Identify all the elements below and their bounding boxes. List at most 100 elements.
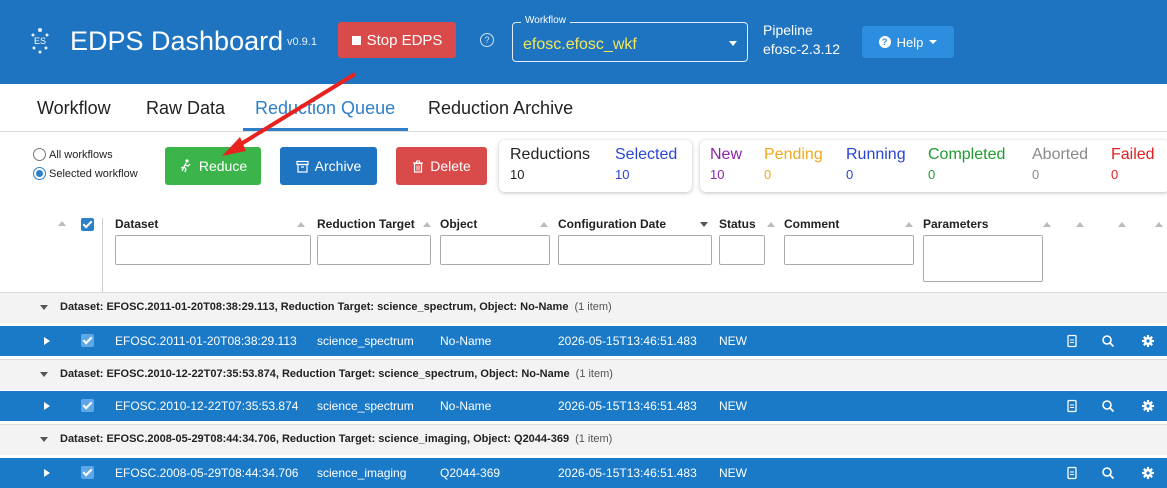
table-row[interactable]: EFOSC.2008-05-29T08:44:34.706 science_im… [0, 458, 1167, 488]
tab-raw-data[interactable]: Raw Data [146, 98, 225, 119]
radio-selected-workflow[interactable]: Selected workflow [33, 167, 138, 180]
info-icon[interactable]: ? [480, 33, 494, 47]
dataset-filter-input[interactable] [115, 235, 311, 265]
sort-icon[interactable] [297, 222, 305, 227]
document-icon[interactable] [1064, 465, 1080, 481]
radio-all-workflows-control[interactable] [33, 148, 46, 161]
sort-desc-icon[interactable] [700, 222, 708, 227]
stat-failed-label: Failed [1111, 146, 1155, 163]
chevron-down-icon[interactable] [40, 437, 48, 442]
tab-workflow[interactable]: Workflow [37, 98, 111, 119]
chevron-down-icon[interactable] [40, 305, 48, 310]
archive-icon [296, 160, 309, 173]
column-header-configuration-date[interactable]: Configuration Date [558, 217, 666, 231]
sort-icon[interactable] [1043, 222, 1051, 227]
gear-icon[interactable] [1140, 333, 1156, 349]
search-icon[interactable] [1100, 398, 1116, 414]
sort-icon[interactable] [1155, 222, 1163, 227]
stat-pending: Pending 0 [764, 146, 823, 182]
tab-reduction-archive[interactable]: Reduction Archive [428, 98, 573, 119]
cell-configuration-date: 2026-05-15T13:46:51.483 [558, 399, 697, 413]
svg-text:ES: ES [34, 36, 46, 46]
cell-reduction-target: science_spectrum [317, 399, 414, 413]
group-header-label: Dataset: EFOSC.2011-01-20T08:38:29.113, … [60, 301, 612, 313]
radio-selected-workflow-label: Selected workflow [49, 167, 138, 180]
group-header-label: Dataset: EFOSC.2008-05-29T08:44:34.706, … [60, 433, 613, 445]
reduction-target-filter-input[interactable] [317, 235, 431, 265]
stat-new-value: 10 [710, 167, 725, 182]
sort-icon[interactable] [767, 222, 775, 227]
archive-button[interactable]: Archive [280, 147, 377, 185]
column-header-object[interactable]: Object [440, 217, 477, 231]
group-header-label: Dataset: EFOSC.2010-12-22T07:35:53.874, … [60, 368, 613, 380]
stat-selected-label: Selected [615, 146, 678, 163]
expand-row-icon[interactable] [44, 337, 50, 345]
cell-reduction-target: science_spectrum [317, 334, 414, 348]
group-count: (1 item) [575, 368, 613, 380]
help-icon: ? [878, 36, 891, 48]
search-icon[interactable] [1100, 465, 1116, 481]
cell-status: NEW [719, 334, 747, 348]
stat-new: New 10 [710, 146, 742, 182]
table-row[interactable]: EFOSC.2011-01-20T08:38:29.113 science_sp… [0, 326, 1167, 356]
chevron-down-icon [729, 41, 737, 46]
gear-icon[interactable] [1140, 465, 1156, 481]
cell-dataset: EFOSC.2008-05-29T08:44:34.706 [115, 466, 299, 480]
configuration-date-filter-input[interactable] [558, 235, 712, 265]
parameters-filter-input[interactable] [923, 235, 1043, 282]
sort-icon[interactable] [1076, 222, 1084, 227]
group-header[interactable]: Dataset: EFOSC.2011-01-20T08:38:29.113, … [0, 292, 1167, 323]
help-button[interactable]: ? Help [862, 26, 954, 58]
sort-icon[interactable] [58, 221, 66, 226]
column-header-parameters[interactable]: Parameters [923, 217, 988, 231]
sort-icon[interactable] [1118, 222, 1126, 227]
search-icon[interactable] [1100, 333, 1116, 349]
group-header[interactable]: Dataset: EFOSC.2010-12-22T07:35:53.874, … [0, 359, 1167, 390]
workflow-select[interactable]: Workflow efosc.efosc_wkf [512, 15, 748, 62]
column-header-reduction-target[interactable]: Reduction Target [317, 217, 415, 231]
stat-reductions-label: Reductions [510, 146, 591, 163]
pipeline-label: Pipeline [763, 22, 813, 38]
sort-icon[interactable] [540, 222, 548, 227]
comment-filter-input[interactable] [784, 235, 914, 265]
sort-icon[interactable] [423, 222, 431, 227]
sort-icon[interactable] [905, 222, 913, 227]
chevron-down-icon [929, 40, 938, 44]
tab-reduction-queue[interactable]: Reduction Queue [255, 98, 395, 119]
radio-all-workflows[interactable]: All workflows [33, 148, 113, 161]
status-filter-input[interactable] [719, 235, 765, 265]
row-checkbox[interactable] [81, 399, 94, 412]
stat-new-label: New [710, 146, 743, 163]
row-checkbox[interactable] [81, 466, 94, 479]
pipeline-value: efosc-2.3.12 [763, 41, 841, 57]
stop-edps-button[interactable]: Stop EDPS [338, 22, 456, 58]
object-filter-input[interactable] [440, 235, 550, 265]
group-header[interactable]: Dataset: EFOSC.2008-05-29T08:44:34.706, … [0, 424, 1167, 455]
reduce-button[interactable]: Reduce [165, 147, 261, 185]
stat-completed-label: Completed [928, 146, 1006, 163]
document-icon[interactable] [1064, 333, 1080, 349]
expand-row-icon[interactable] [44, 469, 50, 477]
column-header-dataset[interactable]: Dataset [115, 217, 158, 231]
stat-aborted: Aborted 0 [1032, 146, 1088, 182]
row-checkbox[interactable] [81, 334, 94, 347]
stat-completed: Completed 0 [928, 146, 1005, 182]
column-header-comment[interactable]: Comment [784, 217, 839, 231]
cell-dataset: EFOSC.2010-12-22T07:35:53.874 [115, 399, 299, 413]
trash-icon [413, 160, 424, 173]
expand-row-icon[interactable] [44, 402, 50, 410]
delete-button[interactable]: Delete [396, 147, 487, 185]
select-all-checkbox[interactable] [81, 218, 94, 231]
table-header: Dataset Reduction Target Object Configur… [0, 205, 1167, 295]
gear-icon[interactable] [1140, 398, 1156, 414]
document-icon[interactable] [1064, 398, 1080, 414]
workflow-value: efosc.efosc_wkf [523, 36, 637, 53]
stat-selected-value: 10 [615, 167, 630, 182]
chevron-down-icon[interactable] [40, 372, 48, 377]
stat-aborted-label: Aborted [1032, 146, 1089, 163]
edps-logo-icon: ES [31, 28, 49, 54]
cell-status: NEW [719, 399, 747, 413]
radio-selected-workflow-control[interactable] [33, 167, 46, 180]
table-row[interactable]: EFOSC.2010-12-22T07:35:53.874 science_sp… [0, 391, 1167, 421]
column-header-status[interactable]: Status [719, 217, 756, 231]
